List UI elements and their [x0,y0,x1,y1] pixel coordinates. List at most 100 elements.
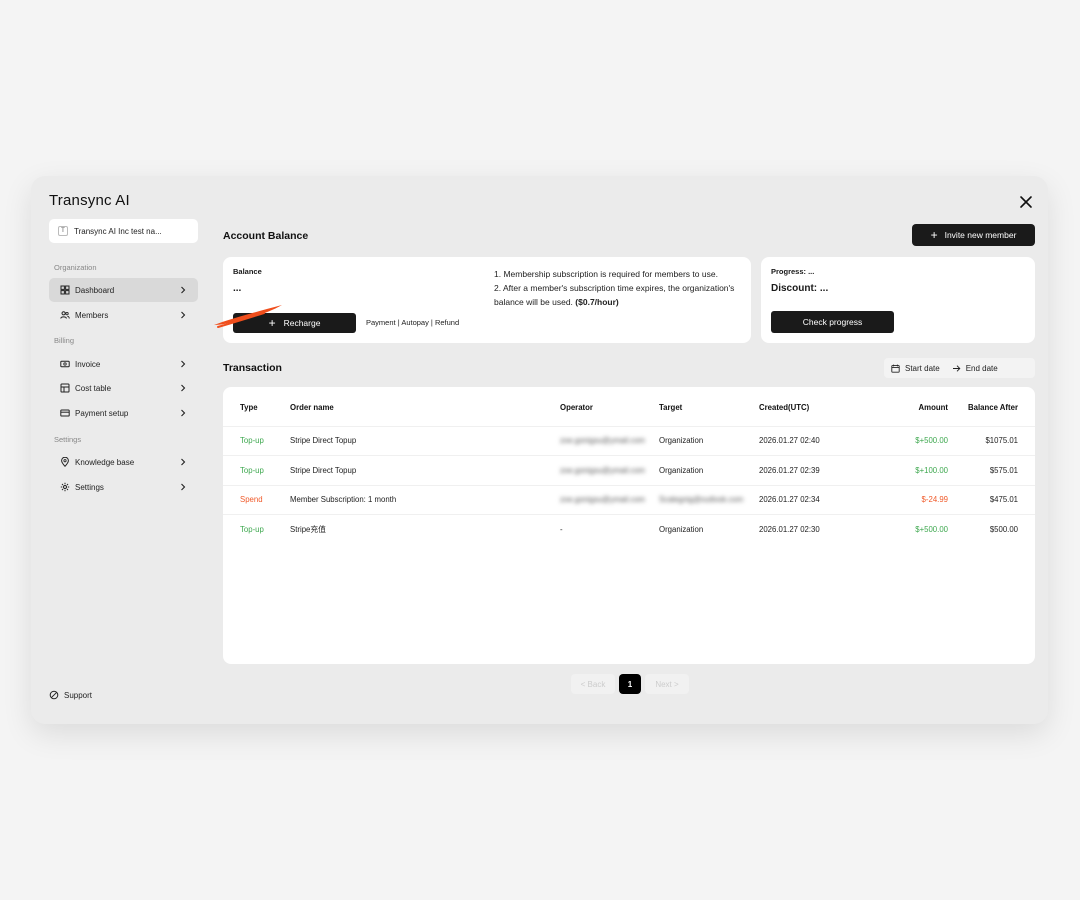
sidebar-item-label: Cost table [75,383,112,393]
row-operator: zoe.gonigsu@ymail.com [560,426,659,456]
row-target: Organization [659,525,704,534]
sidebar-item-label: Members [75,310,109,320]
row-order: Stripe充值 [290,525,326,534]
credit-card-icon [59,408,70,419]
pagination-page-button[interactable]: 1 [619,674,641,694]
table-row: Top-up Stripe Direct Topup zoe.gonigsu@y… [223,426,1035,456]
row-amount: $-24.99 [872,485,948,515]
row-order: Stripe Direct Topup [290,426,560,456]
chevron-right-icon [181,458,186,466]
row-target: Organization [659,455,759,486]
row-balance-after: $1075.01 [948,426,1035,456]
row-operator: zoe.gonigsu@ymail.com [560,455,659,486]
sidebar-item-label: Settings [75,482,104,492]
progress-label: Progress: ... [771,267,815,276]
chevron-right-icon [181,483,186,491]
table-row: Top-up Stripe Direct Topup zoe.gonigsu@y… [223,455,1035,486]
balance-value: ... [233,283,242,294]
row-amount: $+500.00 [872,426,948,456]
date-range-picker[interactable]: Start date End date [884,358,1035,378]
organization-dialog: Transync AI T Transync AI Inc test na...… [31,176,1048,724]
sidebar-item-settings[interactable]: Settings [49,475,198,499]
row-type: Top-up [223,426,290,456]
column-header-amount: Amount [872,387,948,427]
organization-selector[interactable]: T Transync AI Inc test na... [49,219,198,243]
row-order: Stripe Direct Topup [290,455,560,486]
invoice-icon [59,359,70,370]
sidebar-item-cost-table[interactable]: Cost table [49,376,198,400]
payment-link[interactable]: Payment [366,318,396,327]
progress-card: Progress: ... Discount: ... Check progre… [761,257,1035,343]
start-date-placeholder: Start date [905,363,940,373]
sidebar-item-members[interactable]: Members [49,303,198,327]
discount-label: Discount: ... [771,283,829,294]
refund-link[interactable]: Refund [435,318,459,327]
sidebar-item-payment-setup[interactable]: Payment setup [49,401,198,425]
balance-card: Balance ... + Recharge Payment | Autopay… [223,257,751,343]
check-progress-button[interactable]: Check progress [771,311,894,333]
column-header-order: Order name [290,387,560,427]
transaction-table-card: Type Order name Operator Target Created(… [223,387,1035,664]
column-header-created: Created(UTC) [759,387,872,427]
chevron-right-icon [181,409,186,417]
start-date-field[interactable]: Start date [891,364,940,373]
location-pin-icon [59,457,70,468]
row-order: Member Subscription: 1 month [290,485,560,515]
recharge-label: Recharge [283,318,321,328]
table-row: Top-up Stripe充值 - Organization 2026.01.2… [223,515,1035,545]
chevron-right-icon [181,384,186,392]
close-icon[interactable] [1018,194,1034,210]
row-created: 2026.01.27 02:34 [759,485,872,515]
invite-member-label: Invite new member [944,230,1017,240]
table-header-row: Type Order name Operator Target Created(… [223,387,1035,427]
pagination-back-button[interactable]: < Back [571,674,615,694]
row-amount: $+100.00 [872,455,948,486]
note-line-1: 1. Membership subscription is required f… [494,269,718,279]
sidebar-item-dashboard[interactable]: Dashboard [49,278,198,302]
chevron-right-icon [181,311,186,319]
autopay-link[interactable]: Autopay [401,318,429,327]
pagination-next-button[interactable]: Next > [645,674,689,694]
org-name: Transync AI Inc test na... [74,226,162,236]
hourly-rate: ($0.7/hour) [575,297,619,307]
support-link[interactable]: Support [49,690,92,700]
balance-label: Balance [233,267,262,276]
column-header-balance-after: Balance After [948,387,1035,427]
arrow-right-icon [952,364,961,372]
pagination: < Back 1 Next > [571,674,689,694]
annotation-brush-stroke [214,305,282,328]
cost-table-icon [59,383,70,394]
column-header-type: Type [223,387,290,427]
calendar-icon [891,364,900,373]
sidebar-item-label: Payment setup [75,408,129,418]
members-icon [59,310,70,321]
sidebar-item-label: Knowledge base [75,457,135,467]
row-operator: - [560,525,563,534]
account-balance-title: Account Balance [223,230,309,242]
end-date-field[interactable]: End date [952,364,998,373]
row-operator: zoe.gonigsu@ymail.com [560,485,659,515]
row-type: Top-up [240,525,264,534]
row-amount: $+500.00 [915,525,948,534]
transaction-title: Transaction [223,362,282,374]
row-created: 2026.01.27 02:30 [759,525,820,534]
nav-section-organization: Organization [54,263,97,272]
column-header-target: Target [659,387,759,427]
row-created: 2026.01.27 02:39 [759,455,872,486]
row-balance-after: $575.01 [948,455,1035,486]
sidebar-item-invoice[interactable]: Invoice [49,352,198,376]
app-title: Transync AI [49,192,130,209]
chevron-right-icon [181,286,186,294]
billing-links: Payment | Autopay | Refund [366,318,460,327]
row-balance-after: $475.01 [948,485,1035,515]
dashboard-icon [59,285,70,296]
sidebar-item-knowledge-base[interactable]: Knowledge base [49,450,198,474]
invite-member-button[interactable]: + Invite new member [912,224,1035,246]
row-type: Spend [223,485,290,515]
plus-icon: + [930,228,938,242]
column-header-operator: Operator [560,387,659,427]
sidebar-item-label: Invoice [75,359,101,369]
row-created: 2026.01.27 02:40 [759,426,872,456]
row-target: Organization [659,426,759,456]
table-row: Spend Member Subscription: 1 month zoe.g… [223,485,1035,515]
